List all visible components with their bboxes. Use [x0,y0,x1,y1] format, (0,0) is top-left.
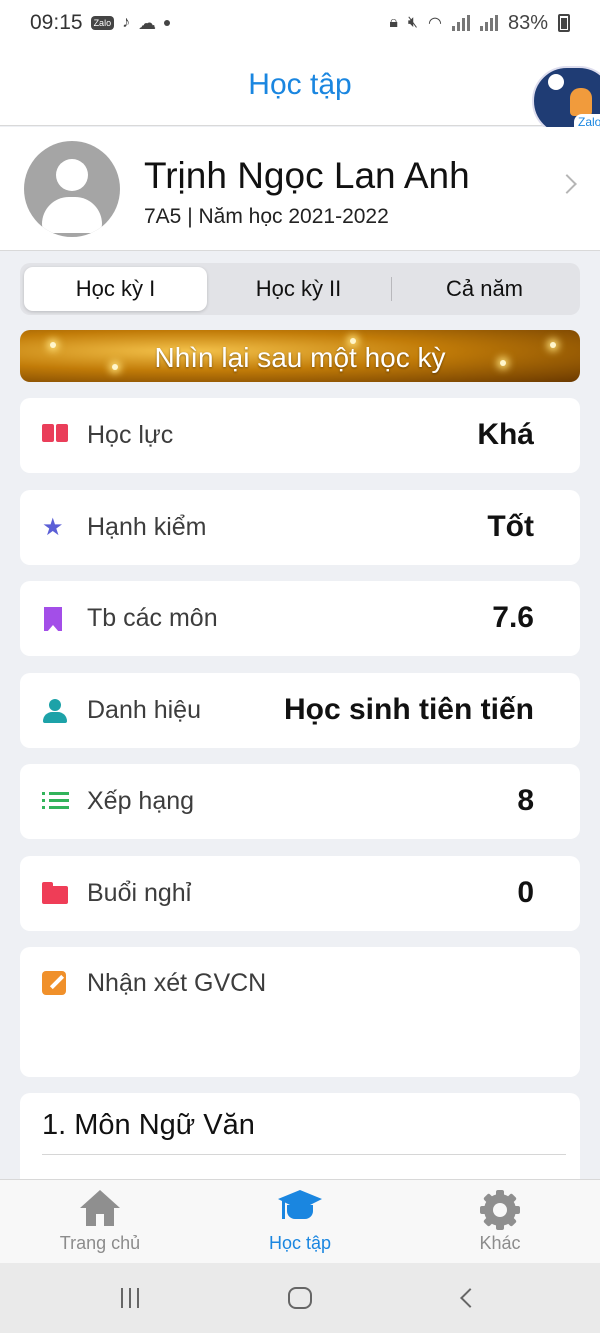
status-bar: 09:15 Zalo ♪ ☁ 🔒︎ 🔇︎ ◠ 83% [0,0,600,46]
semester-tabs: Học kỳ I Học kỳ II Cả năm [20,263,580,315]
card-buoi-nghi: Buổi nghỉ 0 [20,856,580,931]
avatar-head [56,159,88,191]
battery-percent: 83% [507,11,548,34]
back-icon[interactable] [460,1288,480,1308]
card-label: Nhận xét GVCN [87,969,267,997]
tab-hoc-tap[interactable]: Học tập [200,1180,400,1264]
avatar [24,141,120,237]
banner-title: Nhìn lại sau một học kỳ [154,342,446,373]
student-class-year: 7A5 | Năm học 2021-2022 [144,205,389,228]
graduation-cap-icon [273,1188,327,1228]
home-icon [80,1190,120,1226]
card-value: 7.6 [492,601,534,634]
tab-trang-chu[interactable]: Trang chủ [0,1180,200,1264]
clock-icon [548,74,564,90]
card-tb-cac-mon: Tb các môn 7.6 [20,581,580,656]
review-banner[interactable]: Nhìn lại sau một học kỳ [20,330,580,382]
status-time: 09:15 [30,11,83,34]
card-hanh-kiem: ★ Hạnh kiểm Tốt [20,490,580,565]
bookmark-icon [44,607,62,632]
tab-ca-nam[interactable]: Cả năm [393,267,576,311]
card-label: Danh hiệu [87,696,201,724]
card-label: Xếp hạng [87,787,195,815]
card-value: Học sinh tiên tiến [283,693,534,726]
cloud-icon: ☁ [138,12,157,33]
tiktok-notification-icon: ♪ [122,14,131,31]
gear-icon [480,1190,520,1230]
app-header: Học tập Zalo o o [0,46,600,136]
system-nav-bar [0,1263,600,1333]
signal-2-icon [479,15,498,31]
tab-khac[interactable]: Khác [400,1180,600,1264]
lock-icon: 🔒︎ [389,14,398,31]
card-label: Học lực [87,421,174,449]
card-label: Buổi nghỉ [87,879,192,907]
signal-icon [451,15,470,31]
notification-dot-icon [164,20,171,26]
wifi-icon: ◠ [428,15,442,32]
folder-icon [42,882,68,906]
chevron-right-icon [557,174,577,194]
card-label: Tb các môn [87,604,218,632]
page-title: Học tập [248,68,352,101]
home-button-icon[interactable] [288,1287,312,1309]
recents-icon[interactable] [121,1288,143,1308]
book-icon [42,424,68,448]
person-icon [42,699,68,723]
subject-title: 1. Môn Ngữ Văn [42,1109,255,1141]
list-icon [42,790,69,814]
student-name: Trịnh Ngọc Lan Anh [144,155,470,196]
tab-label: Học tập [268,1233,332,1253]
tab-divider [391,277,392,301]
tab-hoc-ky-1[interactable]: Học kỳ I [24,267,207,311]
person-illustration [570,88,592,116]
zalo-bubble-avatar[interactable]: Zalo o o [532,66,600,136]
card-nhan-xet-gvcn: Nhận xét GVCN [20,947,580,1077]
mute-icon: 🔇︎ [407,14,418,31]
card-value: Tốt [487,510,534,543]
divider [42,1154,566,1155]
card-value: 0 [517,876,534,909]
tab-hoc-ky-2[interactable]: Học kỳ II [207,267,390,311]
card-danh-hieu: Danh hiệu Học sinh tiên tiến [20,673,580,748]
card-value: 8 [517,784,534,817]
student-profile-row[interactable]: Trịnh Ngọc Lan Anh 7A5 | Năm học 2021-20… [0,127,600,251]
tab-label: Trang chủ [59,1233,141,1253]
card-value: Khá [477,418,534,451]
bottom-tab-bar: Trang chủ Học tập Khác [0,1179,600,1263]
star-icon: ★ [42,514,64,541]
zalo-notification-icon: Zalo [90,16,115,30]
edit-icon [42,971,66,995]
card-xep-hang: Xếp hạng 8 [20,764,580,839]
card-label: Hạnh kiểm [87,513,207,541]
tab-label: Khác [479,1233,521,1253]
avatar-body [42,197,102,233]
card-hoc-luc: Học lực Khá [20,398,580,473]
battery-icon [558,14,570,32]
